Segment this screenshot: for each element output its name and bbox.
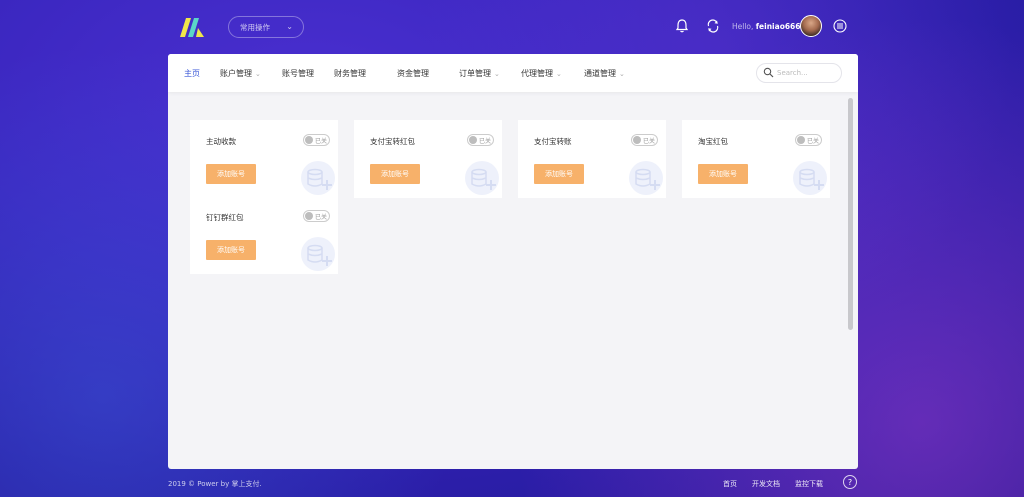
main-panel: 主页 账户管理 ⌄ 账号管理 财务管理 资金管理 订单管理 ⌄ 代理管理 ⌄ 通道管理… [168,54,858,469]
add-account-button[interactable]: 添加账号 [534,164,584,184]
status-toggle[interactable]: 已关 [631,134,658,146]
add-account-button[interactable]: 添加账号 [698,164,748,184]
toggle-label: 已关 [479,138,492,145]
nav-label: 主页 [184,69,200,78]
card-title: 支付宝转账 [534,137,572,146]
nav-label: 通道管理 [584,69,616,78]
channel-card: 钉钉群红包 已关 添加账号 [190,196,338,274]
nav-item-funds[interactable]: 资金管理 [397,68,429,79]
quick-actions-select[interactable]: 常用操作 ⌄ [228,16,304,38]
toggle-knob [305,136,313,144]
card-title: 钉钉群红包 [206,213,244,222]
toggle-knob [633,136,641,144]
nav-label: 订单管理 [459,69,491,78]
footer-link-docs[interactable]: 开发文档 [752,479,780,489]
toggle-label: 已关 [807,138,820,145]
nav-item-orders[interactable]: 订单管理 ⌄ [459,68,500,79]
toggle-label: 已关 [643,138,656,145]
bell-icon[interactable] [674,18,690,34]
status-toggle[interactable]: 已关 [467,134,494,146]
search-icon [763,67,774,78]
card-title: 淘宝红包 [698,137,728,146]
chevron-down-icon: ⌄ [619,70,625,78]
coin-add-icon [793,161,827,195]
channel-card: 支付宝转红包 已关 添加账号 [354,120,502,198]
footer-link-monitor-download[interactable]: 监控下载 [795,479,823,489]
nav-bar: 主页 账户管理 ⌄ 账号管理 财务管理 资金管理 订单管理 ⌄ 代理管理 ⌄ 通道管理… [168,54,858,92]
nav-label: 代理管理 [521,69,553,78]
coin-add-icon [465,161,499,195]
nav-item-account[interactable]: 账户管理 ⌄ [220,68,261,79]
avatar[interactable] [800,15,822,37]
add-account-button[interactable]: 添加账号 [206,240,256,260]
coin-add-icon [301,237,335,271]
nav-item-channels[interactable]: 通道管理 ⌄ [584,68,625,79]
channel-card: 主动收款 已关 添加账号 [190,120,338,198]
footer-copyright: 2019 © Power by 掌上支付. [168,480,262,488]
toggle-knob [469,136,477,144]
card-title: 支付宝转红包 [370,137,415,146]
chevron-down-icon: ⌄ [255,70,261,78]
chevron-down-icon: ⌄ [556,70,562,78]
toggle-knob [797,136,805,144]
scrollbar[interactable] [848,98,853,330]
footer-link-home[interactable]: 首页 [723,479,737,489]
nav-item-home[interactable]: 主页 [184,68,200,79]
nav-item-account-number[interactable]: 账号管理 [282,68,314,79]
top-bar: 常用操作 ⌄ Hello, feiniao666 [0,0,1024,54]
greeting-prefix: Hello, [732,22,754,31]
toggle-label: 已关 [315,214,328,221]
channel-card: 淘宝红包 已关 添加账号 [682,120,830,198]
nav-label: 资金管理 [397,69,429,78]
coin-add-icon [629,161,663,195]
channel-card: 支付宝转账 已关 添加账号 [518,120,666,198]
chevron-down-icon: ⌄ [286,22,293,31]
add-account-button[interactable]: 添加账号 [370,164,420,184]
nav-label: 账号管理 [282,69,314,78]
nav-item-agents[interactable]: 代理管理 ⌄ [521,68,562,79]
search-placeholder: Search... [777,69,808,77]
nav-label: 财务管理 [334,69,366,78]
coin-add-icon [301,161,335,195]
nav-label: 账户管理 [220,69,252,78]
user-greeting: Hello, feiniao666 [732,22,801,31]
chevron-down-icon: ⌄ [494,70,500,78]
status-toggle[interactable]: 已关 [303,134,330,146]
logo [180,18,204,37]
toggle-knob [305,212,313,220]
search-input[interactable]: Search... [756,63,842,83]
refresh-icon[interactable] [705,18,721,34]
username: feiniao666 [755,22,801,31]
add-account-button[interactable]: 添加账号 [206,164,256,184]
help-icon[interactable]: ? [843,475,857,489]
nav-item-finance[interactable]: 财务管理 [334,68,366,79]
quick-actions-label: 常用操作 [240,22,270,32]
card-title: 主动收款 [206,137,236,146]
toggle-label: 已关 [315,138,328,145]
menu-icon[interactable] [832,18,848,34]
status-toggle[interactable]: 已关 [303,210,330,222]
status-toggle[interactable]: 已关 [795,134,822,146]
